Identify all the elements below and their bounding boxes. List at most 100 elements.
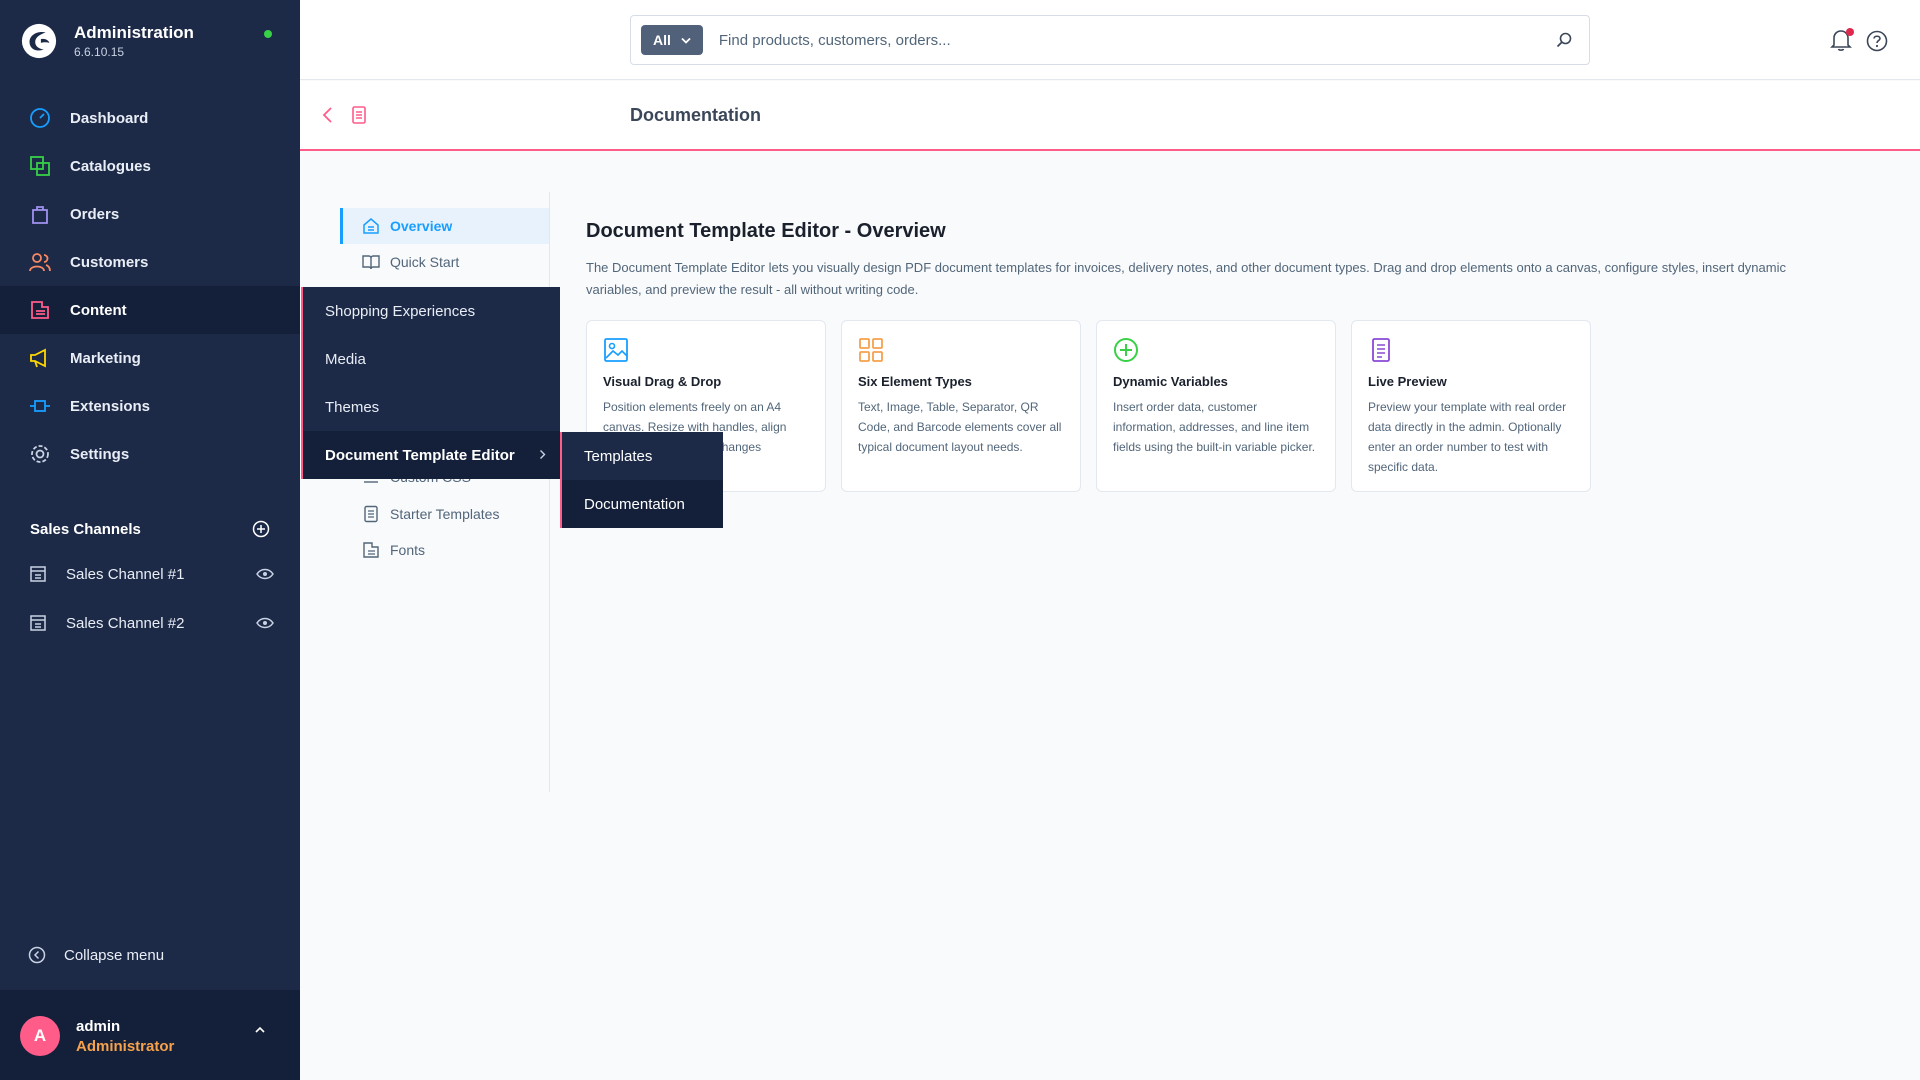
- cnav-item-label: Fonts: [390, 542, 426, 558]
- cnav-item-quick-start[interactable]: Quick Start: [340, 244, 549, 280]
- sales-channels-header: Sales Channels: [30, 520, 270, 538]
- chevron-up-icon[interactable]: [254, 1026, 266, 1034]
- flyout-item-label: Media: [325, 350, 366, 368]
- cnav-item-label: Quick Start: [390, 254, 460, 270]
- font-icon: [362, 541, 380, 559]
- global-search: All: [630, 15, 1590, 65]
- sales-channel-label: Sales Channel #1: [66, 565, 185, 583]
- sidebar: Administration 6.6.10.15 Dashboard Catal…: [0, 0, 300, 1080]
- document-icon: [352, 106, 366, 124]
- avatar: A: [20, 1016, 60, 1056]
- submenu-item-templates[interactable]: Templates: [562, 432, 723, 480]
- sidebar-item-label: Catalogues: [70, 157, 151, 175]
- user-name: admin: [76, 1018, 121, 1035]
- cnav-item-label: Starter Templates: [390, 506, 500, 522]
- search-type-label: All: [653, 32, 671, 48]
- flyout-item-document-template-editor[interactable]: Document Template Editor: [303, 431, 560, 479]
- eye-icon[interactable]: [256, 617, 274, 629]
- sidebar-item-extensions[interactable]: Extensions: [0, 382, 300, 430]
- sidebar-item-label: Extensions: [70, 397, 151, 415]
- top-header: All: [300, 0, 1920, 80]
- search-input[interactable]: [718, 31, 1539, 49]
- sidebar-item-marketing[interactable]: Marketing: [0, 334, 300, 382]
- plus-circle-icon: [1114, 338, 1138, 362]
- feature-cards: Visual Drag & Drop Position elements fre…: [586, 320, 1606, 492]
- sales-channels-label: Sales Channels: [30, 520, 141, 538]
- extensions-icon: [28, 394, 52, 418]
- sidebar-item-content[interactable]: Content: [0, 286, 300, 334]
- help-icon[interactable]: [1866, 30, 1888, 52]
- sidebar-item-label: Orders: [70, 205, 120, 223]
- notification-badge: [1846, 28, 1854, 36]
- feature-card-text: Preview your template with real order da…: [1368, 400, 1567, 474]
- content-icon: [28, 298, 52, 322]
- sales-channel-item[interactable]: Sales Channel #2: [28, 613, 274, 633]
- app-title: Administration: [74, 23, 194, 42]
- cnav-item-fonts[interactable]: Fonts: [340, 532, 549, 568]
- main-content: Document Template Editor - Overview The …: [586, 220, 1826, 492]
- content-heading: Document Template Editor - Overview: [586, 220, 946, 242]
- flyout-item-themes[interactable]: Themes: [303, 383, 560, 431]
- app-version: 6.6.10.15: [74, 45, 125, 59]
- add-sales-channel-icon[interactable]: [252, 520, 270, 538]
- collapse-icon: [28, 946, 46, 964]
- sidebar-item-label: Settings: [70, 445, 130, 463]
- chevron-right-icon: [540, 450, 546, 459]
- content-flyout-menu: Shopping Experiences Media Themes Docume…: [301, 287, 560, 479]
- customers-icon: [28, 250, 52, 274]
- search-icon[interactable]: [1555, 31, 1573, 49]
- submenu-item-label: Templates: [584, 447, 653, 465]
- user-menu[interactable]: A admin Administrator: [0, 990, 300, 1080]
- content-side-nav: Overview Quick Start Custom CSS Starter …: [300, 192, 550, 792]
- collapse-menu-button[interactable]: Collapse menu: [28, 946, 164, 964]
- feature-card-title: Visual Drag & Drop: [603, 374, 722, 389]
- document-preview-icon: [1372, 338, 1390, 362]
- sidebar-item-label: Customers: [70, 253, 149, 271]
- orders-icon: [28, 202, 52, 226]
- feature-card-element-types: Six Element Types Text, Image, Table, Se…: [841, 320, 1081, 492]
- status-dot: [264, 30, 272, 38]
- sales-channel-item[interactable]: Sales Channel #1: [28, 564, 274, 584]
- document-template-editor-submenu: Templates Documentation: [560, 432, 723, 528]
- content-description: The Document Template Editor lets you vi…: [586, 260, 1786, 297]
- cnav-item-starter-templates[interactable]: Starter Templates: [340, 496, 549, 532]
- home-icon: [362, 217, 380, 235]
- smart-bar: Documentation: [300, 81, 1920, 151]
- feature-card-text: Insert order data, customer information,…: [1113, 400, 1316, 454]
- flyout-item-shopping-experiences[interactable]: Shopping Experiences: [303, 287, 560, 335]
- sidebar-item-settings[interactable]: Settings: [0, 430, 300, 478]
- flyout-item-media[interactable]: Media: [303, 335, 560, 383]
- cnav-item-overview[interactable]: Overview: [340, 208, 549, 244]
- catalogues-icon: [28, 154, 52, 178]
- shopware-logo-icon: [21, 23, 57, 59]
- storefront-icon: [28, 613, 48, 633]
- sidebar-item-dashboard[interactable]: Dashboard: [0, 94, 300, 142]
- dashboard-icon: [28, 106, 52, 130]
- feature-card-title: Six Element Types: [858, 374, 972, 389]
- flyout-item-label: Themes: [325, 398, 380, 416]
- feature-card-title: Dynamic Variables: [1113, 374, 1228, 389]
- sidebar-item-label: Dashboard: [70, 109, 149, 127]
- feature-card-live-preview: Live Preview Preview your template with …: [1351, 320, 1591, 492]
- collapse-label: Collapse menu: [64, 946, 165, 964]
- search-type-select[interactable]: All: [641, 25, 703, 55]
- submenu-item-documentation[interactable]: Documentation: [562, 480, 723, 528]
- sidebar-item-orders[interactable]: Orders: [0, 190, 300, 238]
- grid-icon: [859, 338, 883, 362]
- feature-card-title: Live Preview: [1368, 374, 1447, 389]
- sidebar-item-label: Marketing: [70, 349, 141, 367]
- user-role: Administrator: [76, 1038, 175, 1055]
- back-arrow-icon[interactable]: [318, 105, 338, 125]
- marketing-icon: [28, 346, 52, 370]
- feature-card-dynamic-variables: Dynamic Variables Insert order data, cus…: [1096, 320, 1336, 492]
- book-icon: [362, 253, 380, 271]
- page-title: Documentation: [630, 105, 762, 125]
- cnav-item-label: Overview: [390, 218, 453, 234]
- main-nav: Dashboard Catalogues Orders Customers Co…: [0, 94, 300, 478]
- brand[interactable]: Administration 6.6.10.15: [20, 22, 194, 60]
- sidebar-item-catalogues[interactable]: Catalogues: [0, 142, 300, 190]
- sales-channel-label: Sales Channel #2: [66, 614, 185, 632]
- sidebar-item-customers[interactable]: Customers: [0, 238, 300, 286]
- chevron-down-icon: [681, 37, 691, 44]
- eye-icon[interactable]: [256, 568, 274, 580]
